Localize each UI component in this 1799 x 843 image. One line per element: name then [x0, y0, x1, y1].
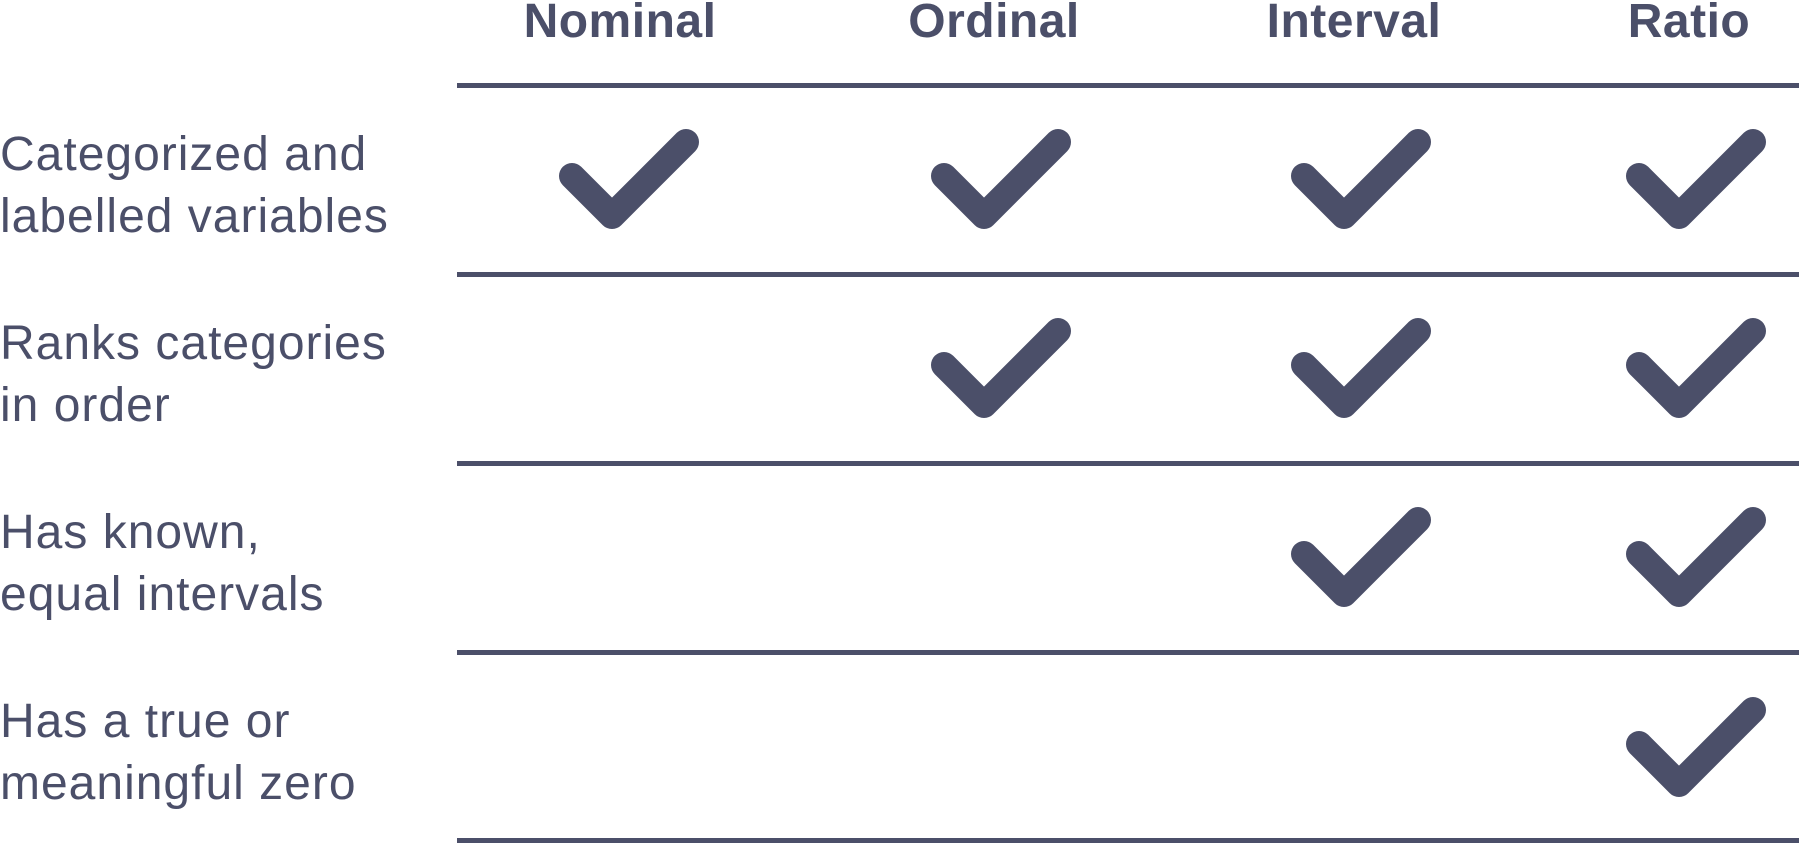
checkmark-icon: [1619, 690, 1773, 804]
row-label-ranks: Ranks categories in order: [0, 313, 440, 437]
column-header-ratio: Ratio: [1627, 0, 1751, 48]
column-header-interval: Interval: [1266, 0, 1442, 48]
row-label-line: Categorized and: [0, 128, 368, 181]
row-divider: [457, 461, 1799, 466]
row-divider: [457, 650, 1799, 655]
checkmark-icon: [1619, 500, 1773, 614]
checkmark-icon: [924, 122, 1078, 236]
row-label-line: equal intervals: [0, 568, 325, 621]
row-label-line: in order: [0, 379, 171, 432]
row-label-intervals: Has known, equal intervals: [0, 502, 440, 626]
checkmark-icon: [1284, 500, 1438, 614]
checkmark-icon: [552, 122, 706, 236]
checkmark-icon: [1619, 122, 1773, 236]
row-label-line: meaningful zero: [0, 757, 357, 810]
checkmark-icon: [1284, 311, 1438, 425]
row-divider: [457, 838, 1799, 843]
checkmark-icon: [924, 311, 1078, 425]
row-label-line: labelled variables: [0, 190, 389, 243]
checkmark-icon: [1619, 311, 1773, 425]
row-label-zero: Has a true or meaningful zero: [0, 691, 440, 815]
header-divider: [457, 83, 1799, 88]
row-divider: [457, 272, 1799, 277]
row-label-line: Has known,: [0, 506, 261, 559]
row-label-categorized: Categorized and labelled variables: [0, 124, 440, 248]
row-label-line: Ranks categories: [0, 317, 387, 370]
column-header-ordinal: Ordinal: [908, 0, 1080, 48]
checkmark-icon: [1284, 122, 1438, 236]
row-label-line: Has a true or: [0, 695, 291, 748]
column-header-nominal: Nominal: [523, 0, 717, 48]
